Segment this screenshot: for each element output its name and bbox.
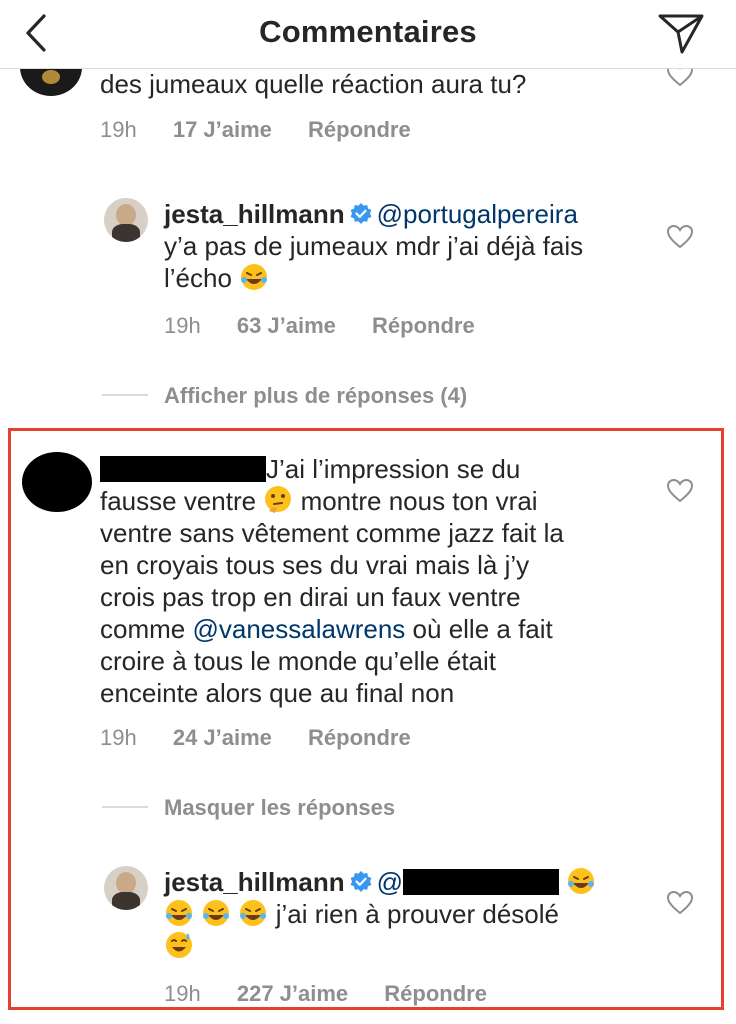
comment-text: J’ai l’impression se du <box>266 454 521 484</box>
username[interactable]: jesta_hillmann <box>164 199 345 229</box>
comment-meta: 19h 24 J’aime Répondre <box>100 725 411 751</box>
comment-meta: 19h 227 J’aime Répondre <box>164 981 487 1007</box>
like-heart-icon[interactable] <box>666 890 694 916</box>
reply-text: y’a pas de jumeaux mdr j’ai déjà fais <box>164 231 584 261</box>
reply-button[interactable]: Répondre <box>308 117 411 142</box>
avatar[interactable] <box>22 452 92 512</box>
divider <box>102 394 148 396</box>
comment-meta: 19h 17 J’aime Répondre <box>100 117 411 143</box>
verified-badge-icon <box>350 871 372 892</box>
username[interactable]: jesta_hillmann <box>164 867 345 897</box>
divider <box>102 806 148 808</box>
laughing-tears-emoji-icon <box>568 868 595 894</box>
comment-text: fausse ventre <box>100 486 257 516</box>
comment-time: 19h <box>100 117 137 142</box>
comment-text: où elle a fait <box>412 614 553 644</box>
comment-text: crois pas trop en dirai un faux ventre <box>100 582 521 612</box>
comment-text: comme <box>100 614 186 644</box>
thinking-face-emoji-icon <box>265 486 292 513</box>
like-count[interactable]: 24 J’aime <box>173 725 272 750</box>
reply-button[interactable]: Répondre <box>372 313 475 338</box>
comment-time: 19h <box>100 725 137 750</box>
comment-meta: 19h 63 J’aime Répondre <box>164 313 475 339</box>
comment-text: montre nous ton vrai <box>300 486 538 516</box>
like-count[interactable]: 63 J’aime <box>237 313 336 338</box>
comment-time: 19h <box>164 313 201 338</box>
comment-text: ventre sans vêtement comme jazz fait la <box>100 518 564 548</box>
mention-link[interactable]: @vanessalawrens <box>192 614 405 644</box>
header-bar: Commentaires <box>0 0 736 69</box>
reply-body: jesta_hillmann @portugalpereira y’a pas d… <box>164 198 644 294</box>
laughing-tears-emoji-icon <box>241 264 268 290</box>
reply-button[interactable]: Répondre <box>308 725 411 750</box>
sweat-smile-emoji-icon <box>166 932 192 958</box>
reply-text: l’écho <box>164 263 232 293</box>
avatar[interactable] <box>104 198 148 242</box>
mention-link[interactable]: @portugalpereira <box>377 199 578 229</box>
like-count[interactable]: 17 J’aime <box>173 117 272 142</box>
direct-send-icon[interactable] <box>652 8 708 58</box>
redacted-mention <box>403 869 560 895</box>
comment-text: en croyais tous ses du vrai mais là j’y <box>100 550 530 580</box>
hide-replies-button[interactable]: Masquer les réponses <box>164 795 395 821</box>
page-title: Commentaires <box>259 14 477 49</box>
comment-body: J’ai l’impression se du fausse ventre mo… <box>100 453 660 709</box>
like-heart-icon[interactable] <box>666 478 694 504</box>
verified-badge-icon <box>350 203 372 224</box>
comment-time: 19h <box>164 981 201 1006</box>
like-heart-icon[interactable] <box>666 224 694 250</box>
reply-button[interactable]: Répondre <box>384 981 487 1006</box>
comment-text: des jumeaux quelle réaction aura tu? <box>100 69 527 99</box>
view-more-replies-button[interactable]: Afficher plus de réponses (4) <box>164 383 467 409</box>
laughing-tears-emoji-icon <box>166 900 192 926</box>
redacted-username <box>100 456 266 482</box>
laughing-tears-emoji-icon <box>203 900 230 926</box>
reply-body: jesta_hillmann @ j’ai rien à prouver déso… <box>164 866 654 962</box>
reply-text: j’ai rien à prouver désolé <box>275 899 559 929</box>
avatar[interactable] <box>104 866 148 910</box>
comment-text: croire à tous le monde qu’elle était <box>100 646 497 676</box>
comment-text: enceinte alors que au final non <box>100 678 455 708</box>
laughing-tears-emoji-icon <box>240 900 267 926</box>
mention-link[interactable]: @ <box>377 867 403 897</box>
like-count[interactable]: 227 J’aime <box>237 981 348 1006</box>
